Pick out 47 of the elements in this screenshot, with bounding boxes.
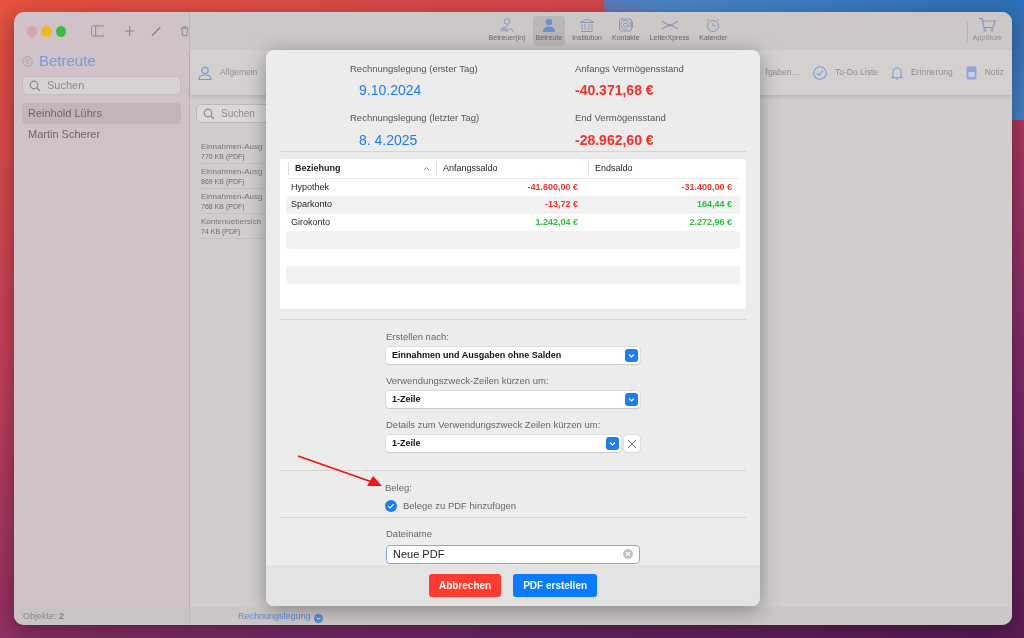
tab[interactable]: To-Do Liste xyxy=(813,65,879,80)
file-name[interactable]: Einnahmen-Ausg xyxy=(201,141,263,152)
field-label: Details zum Verwendungszweck Zeilen kürzen um: xyxy=(386,418,602,432)
column-header[interactable]: Beziehung xyxy=(288,161,436,175)
dropdown[interactable]: 1-Zeile xyxy=(386,435,621,453)
dropdown[interactable]: Einnahmen und Ausgaben ohne Salden xyxy=(386,346,640,364)
summary-label: Rechnungslegung (letzter Tag) xyxy=(350,111,481,126)
search-field[interactable]: Suchen xyxy=(22,76,181,95)
file-name[interactable]: Kontenuebersich xyxy=(201,216,262,227)
cancel-button[interactable]: Abbrechen xyxy=(428,573,502,597)
file-name[interactable]: Einnahmen-Ausg xyxy=(201,166,263,177)
sidebar-item[interactable]: Martin Scherer xyxy=(22,124,181,145)
sidebar-item[interactable]: Reinhold Lührs xyxy=(22,103,181,124)
tab[interactable]: Erinnerung xyxy=(891,65,953,80)
tab[interactable]: fgaben… xyxy=(765,66,801,79)
dropdown[interactable]: 1-Zeile xyxy=(386,391,640,408)
table-cell-text: 164,44 € xyxy=(695,198,733,211)
table-cell-text: Sparkonto xyxy=(290,198,334,211)
table-cell-text: 2.272,96 € xyxy=(688,215,733,229)
field-label: Verwendungszweck-Zeilen kürzen um: xyxy=(386,373,550,388)
summary-value: 9.10.2024 xyxy=(358,81,423,101)
object-count: Objekte: 2 xyxy=(14,607,189,625)
table-cell-text: Girokonto xyxy=(290,215,332,229)
summary-value: -28.962,60 € xyxy=(575,130,655,150)
column-header[interactable]: Anfangssaldo xyxy=(436,161,588,175)
checkbox-label: Belege zu PDF hinzufügen xyxy=(403,498,517,513)
table-cell-text: -13,72 € xyxy=(543,198,579,211)
create-pdf-button[interactable]: PDF erstellen xyxy=(513,573,598,597)
file-name[interactable]: Einnahmen-Ausg xyxy=(201,191,263,202)
summary-label: Rechnungslegung (erster Tag) xyxy=(350,62,479,76)
column-header[interactable]: Endsaldo xyxy=(588,161,738,175)
field-label: Erstellen nach: xyxy=(386,329,450,344)
tab[interactable]: Allgemein xyxy=(198,65,258,80)
summary-label: End Vermögensstand xyxy=(575,111,667,126)
field-label: Dateiname xyxy=(386,527,433,542)
table-cell-text: -31.400,00 € xyxy=(680,180,733,194)
section-label: Beleg: xyxy=(385,481,413,496)
summary-value: -40.371,68 € xyxy=(575,81,655,101)
table-cell-text: -41.600,00 € xyxy=(526,180,579,194)
filename-field[interactable]: Neue PDF xyxy=(386,544,640,564)
summary-label: Anfangs Vermögensstand xyxy=(575,62,685,76)
table-cell-text: Hypothek xyxy=(290,180,331,194)
tab[interactable]: Notiz xyxy=(965,65,1004,80)
table-cell-text: 1.242,04 € xyxy=(534,215,579,229)
sidebar-title: Betreute xyxy=(39,50,96,71)
footer-link[interactable]: Rechnungslegung xyxy=(238,609,311,623)
summary-value: 8. 4.2025 xyxy=(358,130,419,150)
